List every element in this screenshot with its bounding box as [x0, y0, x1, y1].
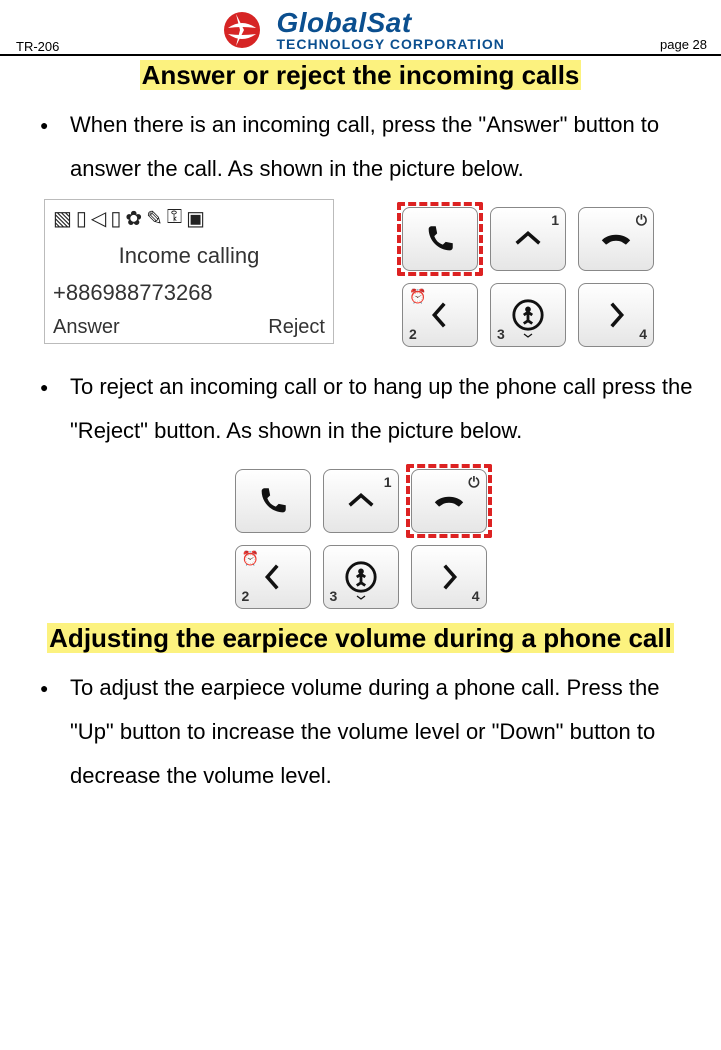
bullet-answer-instruction: When there is an incoming call, press th…: [40, 103, 697, 191]
key-icon: ⚿: [167, 206, 182, 231]
screen-status-text: Income calling: [53, 237, 325, 274]
person-sos-icon: [511, 298, 545, 332]
square-icon: ▣: [186, 206, 205, 231]
up-button[interactable]: 1: [323, 469, 399, 533]
key-label-4: 4: [639, 326, 647, 342]
page-header: TR-206 GlobalSat TECHNOLOGY CORPORATION …: [0, 0, 721, 56]
left-button[interactable]: ⏰ 2: [235, 545, 311, 609]
logo-mark-icon: [214, 6, 270, 54]
phone-hangup-icon: [432, 484, 466, 518]
battery-icon: ▯: [76, 206, 87, 231]
sos-button[interactable]: 3: [490, 283, 566, 347]
logo-name: GlobalSat: [276, 9, 504, 37]
phone-screen-mock: ▧ ▯ ◁ ▯ ✿ ✎ ⚿ ▣ Income calling +88698877…: [44, 199, 334, 344]
bullet-volume-instruction: To adjust the earpiece volume during a p…: [40, 666, 697, 798]
keypad-reject: 1 ⏻ ⏰ 2 3 4: [227, 461, 495, 617]
page-number: page 28: [660, 37, 707, 54]
phone-pickup-icon: [423, 222, 457, 256]
alarm-icon: ⏰: [409, 288, 426, 305]
alarm-icon: ⏰: [242, 550, 259, 567]
softkey-reject: Reject: [268, 316, 325, 339]
sim-icon: ▯: [110, 206, 121, 231]
up-button[interactable]: 1: [490, 207, 566, 271]
power-icon: ⏻: [636, 212, 647, 229]
bullet-reject-instruction: To reject an incoming call or to hang up…: [40, 365, 697, 453]
key-label-3: 3: [330, 588, 338, 604]
softkey-answer: Answer: [53, 316, 120, 339]
phone-hangup-icon: [599, 222, 633, 256]
screen-caller-number: +886988773268: [53, 274, 325, 311]
section-title-answer-reject: Answer or reject the incoming calls: [24, 60, 697, 91]
key-label-1: 1: [551, 212, 559, 228]
left-button[interactable]: ⏰ 2: [402, 283, 478, 347]
hangup-button[interactable]: ⏻: [411, 469, 487, 533]
power-icon: ⏻: [468, 474, 479, 491]
right-button[interactable]: 4: [411, 545, 487, 609]
phone-pickup-icon: [256, 484, 290, 518]
chevron-down-small-icon: [350, 594, 372, 606]
chevron-up-icon: [344, 484, 378, 518]
answer-button[interactable]: [402, 207, 478, 271]
key-label-4: 4: [472, 588, 480, 604]
key-label-1: 1: [384, 474, 392, 490]
key-label-2: 2: [409, 326, 417, 342]
key-label-3: 3: [497, 326, 505, 342]
doc-id: TR-206: [16, 39, 59, 54]
speaker-icon: ◁: [91, 206, 106, 231]
logo: GlobalSat TECHNOLOGY CORPORATION: [214, 6, 504, 54]
hangup-button[interactable]: ⏻: [578, 207, 654, 271]
chevron-right-icon: [432, 560, 466, 594]
sos-button[interactable]: 3: [323, 545, 399, 609]
chevron-left-icon: [423, 298, 457, 332]
gear-icon: ✿: [125, 206, 142, 231]
status-bar-icons: ▧ ▯ ◁ ▯ ✿ ✎ ⚿ ▣: [53, 206, 325, 231]
answer-button[interactable]: [235, 469, 311, 533]
chevron-up-icon: [511, 222, 545, 256]
logo-subtitle: TECHNOLOGY CORPORATION: [276, 37, 504, 51]
pen-icon: ✎: [146, 206, 163, 231]
person-sos-icon: [344, 560, 378, 594]
key-label-2: 2: [242, 588, 250, 604]
chevron-right-icon: [599, 298, 633, 332]
signal-icon: ▧: [53, 206, 72, 231]
right-button[interactable]: 4: [578, 283, 654, 347]
keypad-answer: 1 ⏻ ⏰ 2 3 4: [394, 199, 662, 355]
section-title-volume: Adjusting the earpiece volume during a p…: [24, 623, 697, 654]
chevron-left-icon: [256, 560, 290, 594]
chevron-down-small-icon: [517, 332, 539, 344]
